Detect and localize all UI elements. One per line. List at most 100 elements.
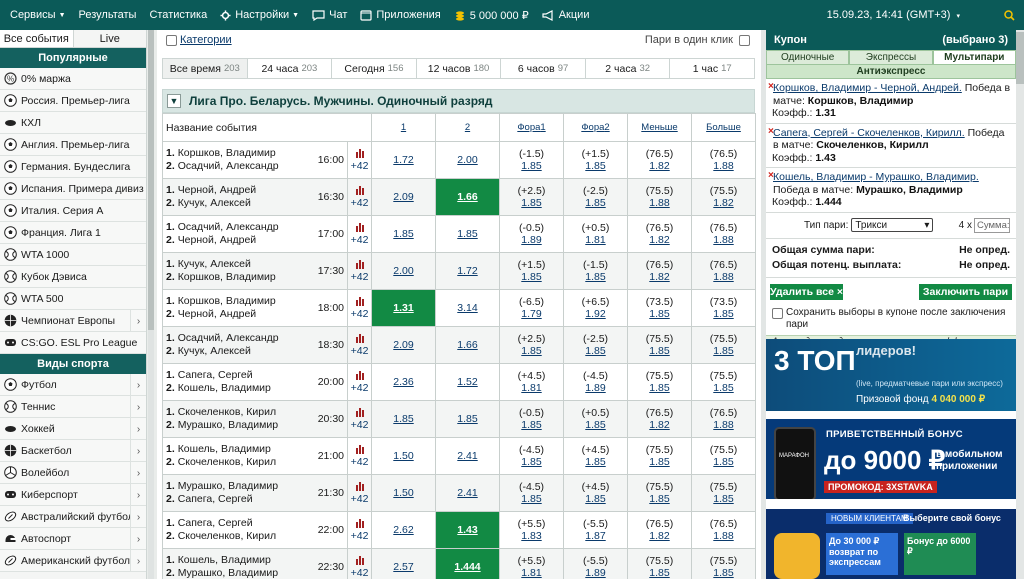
col-win2[interactable]: 2	[435, 113, 500, 142]
odds-cell-under[interactable]: (76.5) 1.82	[627, 511, 692, 549]
sidebar-item[interactable]: WTA 500	[0, 288, 146, 310]
odds-value[interactable]: 1.85	[457, 413, 477, 425]
odds-cell-handicap2[interactable]: (-2.5) 1.85	[563, 178, 628, 216]
more-markets-cell[interactable]: +42	[347, 548, 372, 579]
odds-value[interactable]: 1.85	[585, 419, 605, 431]
event-cell[interactable]: 1. Осадчий, Александр 2. Черной, Андрей 17…	[162, 215, 348, 253]
stats-icon[interactable]	[348, 259, 371, 271]
more-markets-cell[interactable]: +42	[347, 252, 372, 290]
top-nav-item[interactable]: Чат	[312, 9, 347, 21]
odds-cell-handicap2[interactable]: (+4.5) 1.85	[563, 437, 628, 475]
odds-cell-win2[interactable]: 1.444	[435, 548, 500, 579]
odds-value[interactable]: 1.85	[521, 419, 541, 431]
event-cell[interactable]: 1. Кошель, Владимир 2. Скочеленков, Кирил…	[162, 437, 348, 475]
antiexpress-tab[interactable]: Антиэкспресс	[766, 65, 1016, 79]
tab-all-events[interactable]: Все события	[0, 30, 74, 47]
odds-cell-over[interactable]: (76.5) 1.88	[691, 215, 756, 253]
odds-cell-handicap1[interactable]: (-0.5) 1.89	[499, 215, 564, 253]
time-filter-tab[interactable]: 1 час 17	[670, 59, 755, 78]
coupon-tab[interactable]: Одиночные	[766, 50, 850, 65]
odds-value[interactable]: 1.85	[713, 345, 733, 357]
banner3-option2[interactable]: Бонус до 6000 ₽	[904, 533, 976, 575]
odds-value[interactable]: 1.85	[393, 228, 413, 240]
odds-cell-handicap2[interactable]: (+6.5) 1.92	[563, 289, 628, 327]
coupon-tab[interactable]: Экспрессы	[849, 50, 933, 65]
odds-cell-over[interactable]: (76.5) 1.88	[691, 511, 756, 549]
col-over-label[interactable]: Больше	[706, 122, 741, 133]
odds-cell-handicap1[interactable]: (+5.5) 1.83	[499, 511, 564, 549]
col-win1-label[interactable]: 1	[401, 122, 406, 133]
odds-value[interactable]: 1.79	[521, 308, 541, 320]
one-click-checkbox[interactable]	[739, 34, 750, 46]
odds-value[interactable]: 2.41	[457, 487, 477, 499]
keep-selections-row[interactable]: Сохранить выборы в купоне после заключен…	[766, 305, 1016, 333]
odds-value[interactable]: 1.82	[713, 197, 733, 209]
odds-value[interactable]: 1.85	[521, 493, 541, 505]
odds-cell-under[interactable]: (76.5) 1.82	[627, 400, 692, 438]
more-markets-cell[interactable]: +42	[347, 215, 372, 253]
odds-cell-win1[interactable]: 2.62	[371, 511, 436, 549]
odds-cell-win1[interactable]: 2.09	[371, 326, 436, 364]
odds-value[interactable]: 1.50	[393, 450, 413, 462]
sidebar-item[interactable]: % 0% маржа	[0, 68, 146, 90]
odds-value[interactable]: 1.82	[649, 234, 669, 246]
col-handicap1-label[interactable]: Фора1	[517, 122, 545, 133]
odds-cell-handicap2[interactable]: (-4.5) 1.89	[563, 363, 628, 401]
sidebar-item[interactable]: КХЛ	[0, 112, 146, 134]
amount-input[interactable]: Сумма:	[974, 217, 1010, 233]
place-bet-button[interactable]: Заключить пари	[919, 283, 1012, 300]
sidebar-scroll-thumb[interactable]	[148, 30, 154, 330]
odds-cell-handicap1[interactable]: (-4.5) 1.85	[499, 437, 564, 475]
more-markets-cell[interactable]: +42	[347, 141, 372, 179]
odds-cell-win2[interactable]: 2.41	[435, 437, 500, 475]
odds-value[interactable]: 1.88	[713, 271, 733, 283]
odds-cell-over[interactable]: (75.5) 1.85	[691, 474, 756, 512]
chevron-right-icon[interactable]: ›	[130, 396, 146, 417]
odds-value[interactable]: 1.85	[649, 308, 669, 320]
stats-icon[interactable]	[348, 370, 371, 382]
odds-value[interactable]: 1.85	[649, 345, 669, 357]
odds-value[interactable]: 1.82	[649, 530, 669, 542]
odds-value[interactable]: 1.85	[585, 456, 605, 468]
top-nav-item[interactable]: 5 000 000 ₽	[454, 9, 529, 22]
sidebar-item[interactable]: Баскетбол ›	[0, 440, 146, 462]
odds-value[interactable]: 1.85	[713, 456, 733, 468]
odds-value[interactable]: 1.88	[713, 160, 733, 172]
odds-value[interactable]: 1.85	[585, 345, 605, 357]
sidebar-item[interactable]: Кубок Дэвиса	[0, 266, 146, 288]
odds-cell-win1[interactable]: 1.50	[371, 437, 436, 475]
sidebar-item[interactable]: Волейбол ›	[0, 462, 146, 484]
odds-cell-win1[interactable]: 2.09	[371, 178, 436, 216]
odds-value[interactable]: 1.85	[713, 382, 733, 394]
coupon-scroll-thumb[interactable]	[1016, 32, 1024, 84]
categories-checkbox[interactable]	[166, 34, 177, 46]
odds-cell-win2[interactable]: 1.66	[435, 178, 500, 216]
stats-icon[interactable]	[348, 518, 371, 530]
odds-value[interactable]: 1.85	[393, 413, 413, 425]
odds-value[interactable]: 1.66	[457, 191, 477, 203]
odds-cell-win2[interactable]: 1.85	[435, 215, 500, 253]
event-cell[interactable]: 1. Кучук, Алексей 2. Коршков, Владимир 17:…	[162, 252, 348, 290]
sidebar-item[interactable]: Италия. Серия А	[0, 200, 146, 222]
odds-cell-handicap1[interactable]: (-0.5) 1.85	[499, 400, 564, 438]
odds-cell-over[interactable]: (76.5) 1.88	[691, 252, 756, 290]
odds-value[interactable]: 1.85	[649, 382, 669, 394]
odds-cell-win2[interactable]: 2.00	[435, 141, 500, 179]
odds-cell-under[interactable]: (76.5) 1.82	[627, 215, 692, 253]
sidebar-item[interactable]: Хоккей ›	[0, 418, 146, 440]
top-nav-item[interactable]: Статистика	[149, 9, 207, 21]
odds-cell-win2[interactable]: 3.14	[435, 289, 500, 327]
odds-cell-win1[interactable]: 2.00	[371, 252, 436, 290]
odds-value[interactable]: 2.09	[393, 191, 413, 203]
stats-icon[interactable]	[348, 555, 371, 567]
odds-value[interactable]: 1.82	[649, 419, 669, 431]
odds-value[interactable]: 1.88	[713, 419, 733, 431]
odds-value[interactable]: 1.85	[521, 160, 541, 172]
odds-value[interactable]: 2.36	[393, 376, 413, 388]
odds-cell-over[interactable]: (76.5) 1.88	[691, 141, 756, 179]
odds-value[interactable]: 1.81	[521, 567, 541, 579]
event-cell[interactable]: 1. Сапега, Сергей 2. Скочеленков, Кирил 22…	[162, 511, 348, 549]
odds-cell-handicap2[interactable]: (+0.5) 1.81	[563, 215, 628, 253]
col-handicap2[interactable]: Фора2	[563, 113, 628, 142]
odds-value[interactable]: 1.85	[521, 271, 541, 283]
